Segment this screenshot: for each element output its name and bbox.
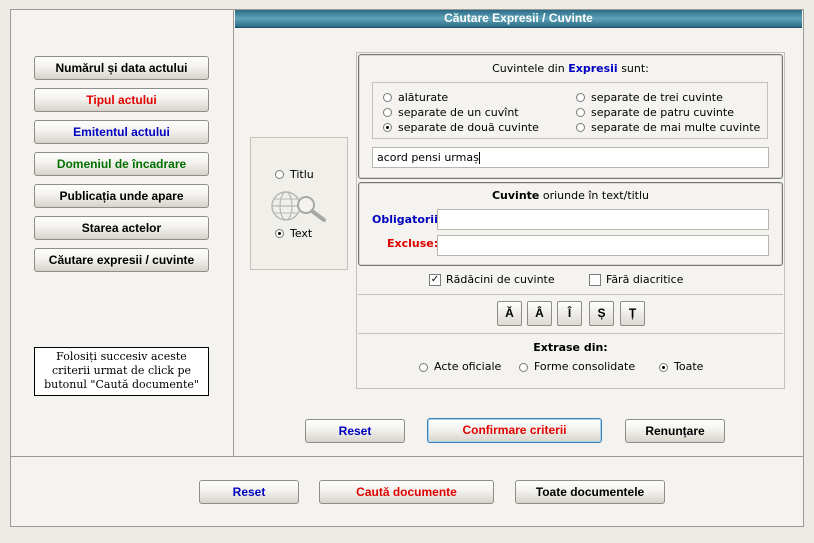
filter-issuer-button[interactable]: Emitentul actului [34,120,209,144]
filter-expressions-button[interactable]: Căutare expresii / cuvinte [34,248,209,272]
sidebar-hint: Folosiți succesiv aceste criterii urmat … [34,347,209,396]
expr-three-words-radio[interactable] [576,93,585,102]
expressions-header-emphasis: Expresii [568,62,618,75]
extract-all-radio[interactable] [659,363,668,372]
char-i-circumflex-button[interactable]: Î [557,301,582,326]
words-header-emphasis: Cuvinte [491,189,540,202]
char-a-circumflex-button[interactable]: Â [527,301,552,326]
expr-one-word-label: separate de un cuvînt [398,106,519,119]
expressions-header-suffix: sunt: [621,62,649,75]
scope-text-label: Text [290,227,313,240]
expr-many-words-label: separate de mai multe cuvinte [591,121,761,134]
bottom-separator [11,456,803,457]
filter-domain-button[interactable]: Domeniul de încadrare [34,152,209,176]
cancel-button[interactable]: Renunțare [625,419,725,443]
char-s-comma-button[interactable]: Ș [589,301,614,326]
filter-number-date-button[interactable]: Numărul și data actului [34,56,209,80]
dialog-title: Căutare Expresii / Cuvinte [235,10,802,28]
expr-one-word-radio[interactable] [383,108,392,117]
words-header: Cuvinte oriunde în text/titlu [358,189,783,202]
expr-three-words-label: separate de trei cuvinte [591,91,723,104]
words-header-suffix: oriunde în text/titlu [542,189,650,202]
expr-four-words-radio[interactable] [576,108,585,117]
sidebar-separator [233,10,234,456]
extract-consolidated-radio[interactable] [519,363,528,372]
expr-adjacent-label: alăturate [398,91,449,104]
excluded-words-input[interactable] [437,235,769,256]
char-a-breve-button[interactable]: Ă [497,301,522,326]
filter-act-type-button[interactable]: Tipul actului [34,88,209,112]
extract-all-label: Toate [674,360,704,373]
scope-title-label: Titlu [290,168,314,181]
extract-consolidated-label: Forme consolidate [534,360,636,373]
required-words-input[interactable] [437,209,769,230]
no-diacritics-label: Fără diacritice [606,273,684,286]
expressions-query-input[interactable]: acord pensi urmaș [372,147,769,168]
extract-official-label: Acte oficiale [434,360,502,373]
scope-title-radio[interactable] [275,170,284,179]
dialog-reset-button[interactable]: Reset [305,419,405,443]
filter-publication-button[interactable]: Publicația unde apare [34,184,209,208]
no-diacritics-checkbox[interactable] [589,274,601,286]
expr-four-words-label: separate de patru cuvinte [591,106,734,119]
filter-status-button[interactable]: Starea actelor [34,216,209,240]
word-roots-checkbox[interactable]: ✓ [429,274,441,286]
word-roots-label: Rădăcini de cuvinte [446,273,555,286]
expressions-header: Cuvintele din Expresii sunt: [358,62,783,75]
char-t-comma-button[interactable]: Ț [620,301,645,326]
expr-two-words-radio[interactable] [383,123,392,132]
expr-many-words-radio[interactable] [576,123,585,132]
search-documents-button[interactable]: Caută documente [319,480,494,504]
required-label: Obligatorii: [372,213,443,226]
all-documents-button[interactable]: Toate documentele [515,480,665,504]
globe-search-icon [270,186,328,226]
expr-two-words-label: separate de două cuvinte [398,121,539,134]
expressions-header-prefix: Cuvintele din [492,62,565,75]
expr-adjacent-radio[interactable] [383,93,392,102]
confirm-criteria-button[interactable]: Confirmare criterii [427,418,602,443]
text-cursor [478,152,480,164]
extract-label: Extrase din: [533,341,608,354]
excluded-label: Excluse: [387,237,439,250]
global-reset-button[interactable]: Reset [199,480,299,504]
scope-text-radio[interactable] [275,229,284,238]
expressions-query-value: acord pensi urmaș [377,151,479,164]
extract-official-radio[interactable] [419,363,428,372]
